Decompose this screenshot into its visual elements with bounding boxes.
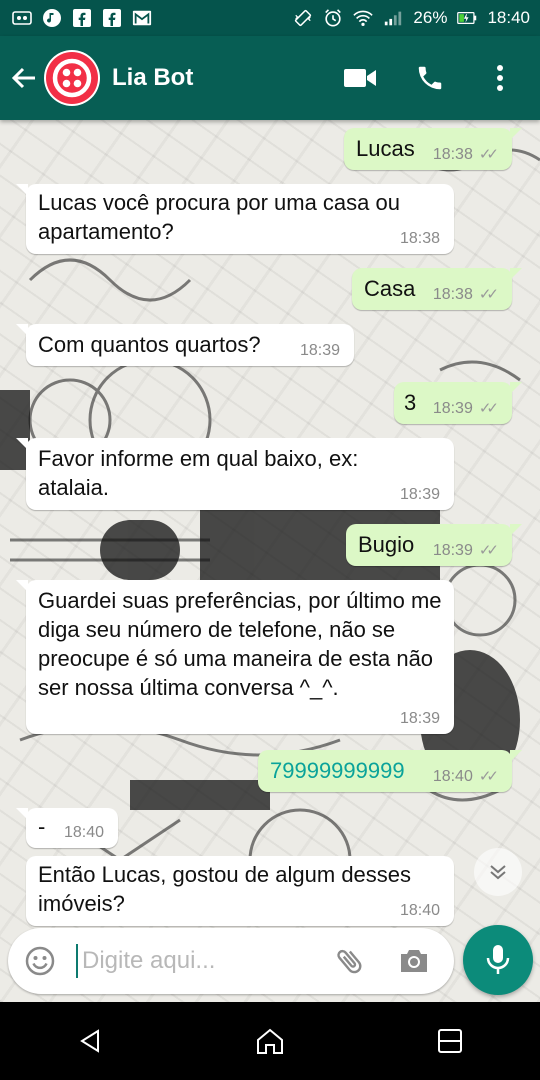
microphone-icon <box>486 945 510 974</box>
message-incoming[interactable]: Guardei suas preferências, por último me… <box>16 580 454 734</box>
message-text: 3 <box>404 390 417 415</box>
message-meta: 18:40 <box>64 824 104 842</box>
message-meta: 18:38 ✓✓ <box>432 286 499 304</box>
message-composer <box>8 928 454 994</box>
message-text: Então Lucas, gostou de algum desses imóv… <box>38 862 412 916</box>
status-bar: 26% 18:40 <box>0 0 540 36</box>
more-vert-icon <box>497 65 503 91</box>
message-incoming[interactable]: Então Lucas, gostou de algum desses imóv… <box>26 856 454 926</box>
contact-name[interactable]: Lia Bot <box>112 64 193 92</box>
camera-button[interactable] <box>394 941 434 981</box>
message-text: Guardei suas preferências, por último me… <box>38 588 442 700</box>
alarm-icon <box>323 8 343 28</box>
emoji-button[interactable] <box>20 941 60 981</box>
message-meta: 18:38 ✓✓ <box>432 146 499 164</box>
message-time: 18:38 <box>399 230 440 247</box>
text-cursor <box>76 944 78 978</box>
system-navigation-bar <box>0 1002 540 1080</box>
message-outgoing[interactable]: Lucas 18:38 ✓✓ <box>344 128 522 170</box>
message-text: - <box>38 814 46 839</box>
double-check-icon: ✓✓ <box>478 146 499 163</box>
message-meta: 18:40 ✓✓ <box>432 768 499 786</box>
emoji-icon <box>25 946 55 976</box>
nav-home-button[interactable] <box>240 1016 300 1066</box>
more-options-button[interactable] <box>482 60 518 96</box>
attach-button[interactable] <box>330 941 370 981</box>
facebook-icon <box>102 8 122 28</box>
message-incoming[interactable]: Lucas você procura por uma casa ou apart… <box>16 184 454 254</box>
camera-icon <box>401 950 427 972</box>
message-time: 18:38 <box>432 286 473 303</box>
voicemail-icon <box>12 8 32 28</box>
message-meta: 18:39 <box>300 342 340 360</box>
music-icon <box>42 8 62 28</box>
paperclip-icon <box>337 949 362 974</box>
double-check-icon: ✓✓ <box>478 768 499 785</box>
message-outgoing[interactable]: 3 18:39 ✓✓ <box>394 382 522 424</box>
message-time: 18:39 <box>432 542 473 559</box>
nav-home-icon <box>257 1028 283 1054</box>
double-check-icon: ✓✓ <box>478 542 499 559</box>
message-outgoing[interactable]: Bugio 18:39 ✓✓ <box>346 524 522 566</box>
message-meta: 18:39 ✓✓ <box>432 542 499 560</box>
message-time: 18:40 <box>399 902 440 919</box>
message-time: 18:39 <box>432 400 473 417</box>
battery-icon <box>457 8 477 28</box>
message-time: 18:40 <box>63 824 104 841</box>
message-meta: 18:40 <box>400 902 440 920</box>
vibrate-icon <box>293 8 313 28</box>
message-incoming[interactable]: Favor informe em qual baixo, ex: atalaia… <box>16 438 454 510</box>
message-incoming[interactable]: Com quantos quartos? 18:39 <box>16 324 354 366</box>
double-check-icon: ✓✓ <box>478 400 499 417</box>
nav-recents-icon <box>438 1029 462 1053</box>
message-text: Favor informe em qual baixo, ex: atalaia… <box>38 446 359 500</box>
wifi-icon <box>353 8 374 28</box>
back-button[interactable] <box>4 58 44 98</box>
scroll-to-bottom-button[interactable] <box>474 848 522 896</box>
message-time: 18:39 <box>399 486 440 503</box>
video-call-button[interactable] <box>342 60 378 96</box>
message-outgoing[interactable]: 79999999999 18:40 ✓✓ <box>258 750 522 792</box>
chat-wallpaper[interactable]: Lucas 18:38 ✓✓ Lucas você procura por uma… <box>0 120 540 1002</box>
voice-call-icon <box>418 66 442 90</box>
nav-back-button[interactable] <box>60 1016 120 1066</box>
message-meta: 18:39 <box>400 486 440 504</box>
message-text: Com quantos quartos? <box>38 332 261 357</box>
facebook-icon <box>72 8 92 28</box>
message-text: Lucas <box>356 136 415 161</box>
message-phone-link[interactable]: 79999999999 <box>270 756 405 785</box>
gmail-icon <box>132 8 152 28</box>
system-status: 26% 18:40 <box>293 8 540 28</box>
notification-icons <box>0 8 152 28</box>
message-input[interactable] <box>80 946 314 976</box>
message-text: Lucas você procura por uma casa ou apart… <box>38 190 400 244</box>
chat-header: Lia Bot <box>0 36 540 120</box>
back-arrow-icon <box>11 67 35 89</box>
contact-avatar[interactable] <box>44 50 100 106</box>
message-meta: 18:39 ✓✓ <box>432 400 499 418</box>
message-outgoing[interactable]: Casa 18:38 ✓✓ <box>352 268 522 310</box>
twilio-avatar <box>46 52 98 104</box>
nav-back-icon <box>80 1029 99 1053</box>
message-meta: 18:39 <box>400 710 440 728</box>
battery-percent: 26% <box>413 8 448 27</box>
voice-call-button[interactable] <box>412 60 448 96</box>
message-meta: 18:38 <box>400 230 440 248</box>
message-time: 18:38 <box>432 146 473 163</box>
voice-record-button[interactable] <box>463 925 533 995</box>
message-text: Bugio <box>358 532 415 557</box>
double-chevron-down-icon <box>490 865 506 880</box>
message-incoming[interactable]: - 18:40 <box>16 808 118 848</box>
double-check-icon: ✓✓ <box>478 286 499 303</box>
clock: 18:40 <box>487 8 530 27</box>
signal-icon <box>383 8 403 28</box>
message-time: 18:39 <box>399 710 440 727</box>
message-time: 18:39 <box>299 342 340 359</box>
nav-recents-button[interactable] <box>420 1016 480 1066</box>
message-text: Casa <box>364 276 416 301</box>
message-time: 18:40 <box>432 768 473 785</box>
header-actions <box>342 60 540 96</box>
video-call-icon <box>344 69 376 87</box>
